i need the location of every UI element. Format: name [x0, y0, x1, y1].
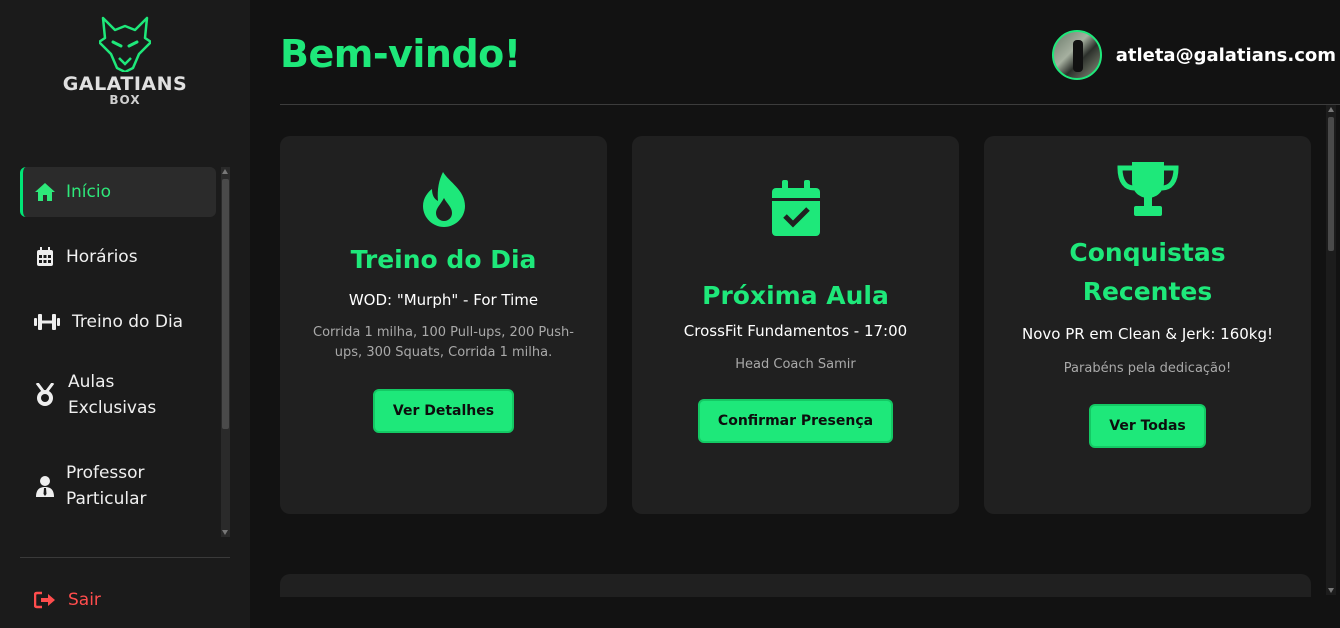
medal-icon: [34, 383, 56, 406]
card-subtitle: Novo PR em Clean & Jerk: 160kg!: [1021, 325, 1274, 343]
sidebar-item-professor[interactable]: Professor Particular: [20, 453, 216, 519]
wolf-logo-icon: [99, 16, 151, 72]
sidebar-item-label: Aulas Exclusivas: [68, 372, 157, 418]
card-description: Parabéns pela dedicação!: [1063, 361, 1232, 376]
scrollbar-thumb[interactable]: [1328, 117, 1334, 251]
card-treino-do-dia: Treino do Dia WOD: "Murph" - For Time Co…: [280, 136, 607, 514]
sidebar-item-inicio[interactable]: Início: [20, 167, 216, 217]
card-subtitle: WOD: "Murph" - For Time: [348, 291, 539, 309]
sidebar-item-label: Professor Particular: [66, 463, 147, 509]
card-title: Conquistas Recentes: [1069, 238, 1226, 306]
main-content: Bem-vindo! atleta@galatians.com Treino d…: [250, 0, 1340, 628]
avatar[interactable]: [1051, 30, 1102, 80]
user-tie-icon: [34, 475, 56, 497]
ver-detalhes-button[interactable]: Ver Detalhes: [372, 389, 515, 433]
card-subtitle: CrossFit Fundamentos - 17:00: [683, 322, 908, 340]
brand-sub: BOX: [109, 93, 141, 107]
confirmar-presenca-button[interactable]: Confirmar Presença: [697, 399, 894, 443]
sidebar-item-label: Início: [66, 182, 111, 202]
card-proxima-aula: Próxima Aula CrossFit Fundamentos - 17:0…: [632, 136, 959, 514]
sidebar-divider: [20, 557, 230, 558]
scroll-down-arrow-icon[interactable]: [1328, 588, 1334, 593]
brand-logo[interactable]: GALATIANS BOX: [60, 16, 190, 107]
scroll-up-arrow-icon[interactable]: [222, 169, 228, 174]
brand-name: GALATIANS: [62, 73, 188, 95]
sidebar-item-aulas[interactable]: Aulas Exclusivas: [20, 362, 216, 428]
user-profile[interactable]: atleta@galatians.com: [1051, 30, 1336, 80]
sidebar-nav: Início Horários Treino do Dia Aulas Excl…: [20, 167, 216, 519]
main-scrollbar[interactable]: [1326, 105, 1336, 595]
sidebar-item-treino[interactable]: Treino do Dia: [20, 297, 216, 347]
logout-button[interactable]: Sair: [34, 590, 101, 610]
home-icon: [34, 181, 56, 203]
dumbbell-icon: [34, 311, 60, 333]
page-title: Bem-vindo!: [280, 32, 521, 76]
trophy-icon: [984, 160, 1311, 218]
card-title: Próxima Aula: [702, 281, 889, 310]
ver-todas-button[interactable]: Ver Todas: [1089, 404, 1206, 448]
sidebar-item-horarios[interactable]: Horários: [20, 232, 216, 282]
sidebar-item-label: Treino do Dia: [72, 312, 184, 332]
card-conquistas-recentes: Conquistas Recentes Novo PR em Clean & J…: [984, 136, 1311, 514]
card-title: Treino do Dia: [350, 245, 537, 274]
sidebar-item-label: Horários: [66, 247, 138, 267]
user-email: atleta@galatians.com: [1115, 44, 1336, 66]
flame-icon: [280, 172, 607, 228]
scroll-down-arrow-icon[interactable]: [222, 530, 228, 535]
calendar-icon: [34, 246, 56, 268]
sidebar-scrollbar[interactable]: [221, 167, 230, 537]
scrollbar-thumb[interactable]: [222, 179, 229, 429]
calendar-check-icon: [632, 180, 959, 238]
scroll-up-arrow-icon[interactable]: [1328, 107, 1334, 112]
card-description: Corrida 1 milha, 100 Pull-ups, 200 Push-…: [313, 325, 574, 360]
sign-out-icon: [34, 591, 56, 609]
logout-label: Sair: [68, 590, 101, 610]
card-description: Head Coach Samir: [735, 357, 856, 372]
sidebar: GALATIANS BOX Início Horários Treino do …: [0, 0, 250, 628]
header-divider: [280, 104, 1340, 105]
